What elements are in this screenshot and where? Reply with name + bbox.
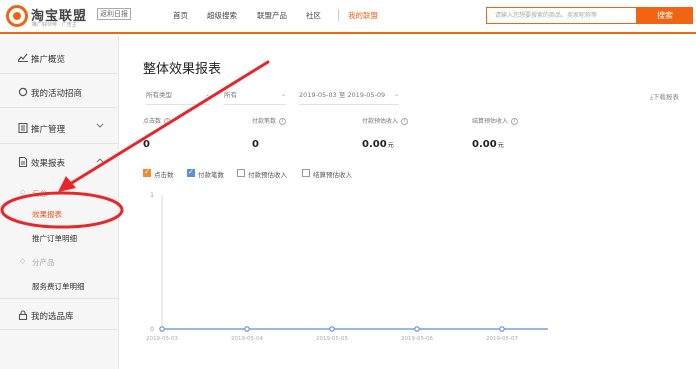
data-point: [499, 326, 505, 332]
scope-filter-select[interactable]: 所有 ⌄: [224, 89, 286, 105]
date-range-picker[interactable]: 2019-05-03 至 2019-05-09 ⌄: [299, 89, 399, 105]
data-point: [329, 326, 335, 332]
x-tick-label: 2019-05-05: [316, 336, 348, 342]
legend-label: 点击数: [154, 171, 174, 179]
nav-community[interactable]: 社区: [306, 10, 321, 21]
chevron-down-icon[interactable]: [96, 122, 104, 131]
sidebar-item-label: 我的选品库: [31, 312, 74, 322]
sidebar-item-promotion-manage[interactable]: 推广管理: [0, 112, 119, 144]
x-tick-label: 2019-05-06: [401, 336, 433, 342]
y-tick-label: 1: [150, 192, 154, 199]
sidebar: 推广概览 我的活动招商 推广管理 效果报表 ◇ 汇总 效果报表 推广订单明细 ◇: [0, 36, 119, 369]
checkbox[interactable]: [187, 168, 195, 177]
nav-home[interactable]: 首页: [173, 10, 188, 21]
legend-label: 付款预估收入: [248, 171, 287, 179]
sidebar-item-selection-library[interactable]: 我的选品库: [0, 298, 119, 330]
sidebar-group-label: 汇总: [32, 189, 47, 198]
legend-label: 付款笔数: [198, 171, 224, 179]
checkbox[interactable]: [237, 169, 245, 177]
nav-super-search[interactable]: 超级搜索: [207, 10, 237, 21]
date-range-value: 2019-05-03 至 2019-05-09: [299, 91, 386, 99]
sidebar-item-label: 我的活动招商: [31, 89, 83, 99]
type-filter-select[interactable]: 所有类型 ⌄: [146, 89, 210, 105]
sidebar-item-campaigns[interactable]: 我的活动招商: [0, 76, 119, 108]
nav-my-union[interactable]: 我的联盟: [348, 10, 378, 21]
sidebar-subitem-label: 推广订单明细: [32, 234, 77, 243]
checkbox[interactable]: [302, 169, 310, 177]
list-icon: [18, 122, 28, 134]
scope-filter-value: 所有: [224, 91, 237, 99]
x-tick-label: 2019-05-07: [486, 336, 518, 342]
data-point: [414, 326, 420, 332]
info-icon[interactable]: i: [164, 118, 172, 125]
x-tick-label: 2019-05-04: [231, 336, 263, 342]
chart-icon: [17, 53, 28, 62]
metric-settled-income-label: 结算预估收入 i: [472, 116, 519, 125]
x-tick-label: 2019-05-03: [146, 336, 178, 342]
metric-clicks-label: 点击数 i: [143, 116, 172, 125]
metric-paid-orders-label: 付款笔数 i: [252, 116, 287, 125]
sidebar-subitem-service-fee-detail[interactable]: 服务费订单明细: [0, 276, 119, 296]
brand-tag: 返利日报: [97, 8, 131, 20]
metric-paid-income-label: 付款预估收入 i: [362, 116, 409, 125]
sidebar-item-label: 推广管理: [31, 125, 66, 135]
metric-settled-income-value: 0.00元: [472, 139, 504, 150]
sidebar-item-label: 推广概览: [31, 55, 66, 65]
chevron-down-icon: ⌄: [280, 91, 286, 98]
lock-icon: [18, 310, 28, 321]
sidebar-item-label: 效果报表: [31, 159, 66, 169]
type-filter-value: 所有类型: [146, 91, 172, 99]
sidebar-group-label: 分产品: [32, 258, 55, 267]
nav-divider: [338, 9, 339, 21]
chevron-down-icon: ⌄: [393, 91, 399, 98]
y-tick-label: 0: [150, 326, 154, 333]
sidebar-subitem-label: 效果报表: [32, 210, 62, 219]
main-content: 整体效果报表 所有类型 ⌄ 所有 ⌄ 2019-05-03 至 2019-05-…: [120, 36, 696, 369]
search-input[interactable]: [487, 8, 636, 23]
download-report-link[interactable]: ⤓下载报表: [650, 91, 679, 102]
sidebar-group-by-product: ◇ 分产品: [0, 252, 119, 272]
brand-subtitle: 推广好伙伴 · 广告主: [32, 22, 77, 28]
sidebar-item-overview[interactable]: 推广概览: [0, 42, 119, 74]
data-point: [244, 326, 250, 332]
metric-clicks-value: 0: [143, 139, 150, 150]
metric-paid-orders-value: 0: [252, 139, 259, 150]
legend-label: 结算预估收入: [313, 171, 352, 179]
chevron-down-icon: ⌄: [204, 91, 210, 98]
page-title: 整体效果报表: [143, 62, 222, 77]
sidebar-subitem-order-detail[interactable]: 推广订单明细: [0, 228, 119, 248]
sidebar-subitem-effect-report[interactable]: 效果报表: [0, 204, 119, 224]
info-icon[interactable]: i: [279, 118, 287, 125]
nav-union-products[interactable]: 联盟产品: [257, 10, 287, 21]
sidebar-subitem-label: 服务费订单明细: [32, 282, 85, 291]
checkbox[interactable]: [143, 168, 151, 177]
info-icon[interactable]: i: [401, 118, 409, 125]
refresh-icon: [18, 87, 28, 97]
info-icon[interactable]: i: [511, 118, 519, 125]
layers-icon: ◇: [20, 257, 26, 265]
sidebar-item-reports[interactable]: 效果报表: [0, 146, 119, 178]
search-box[interactable]: [486, 7, 637, 24]
data-point: [159, 326, 165, 332]
search-button[interactable]: 搜索: [637, 7, 693, 24]
taobao-union-logo-icon[interactable]: [6, 5, 28, 27]
layers-icon: ◇: [20, 188, 26, 196]
chevron-up-icon[interactable]: [96, 156, 104, 165]
document-icon: [18, 156, 28, 168]
effect-line-chart: 0 1 2019-05-03 2019-05-04 2019-05-05 2019-05-…: [146, 192, 548, 342]
top-header: 淘宝联盟 返利日报 推广好伙伴 · 广告主 首页 超级搜索 联盟产品 社区 我的…: [0, 0, 696, 34]
sidebar-group-summary: ◇ 汇总: [0, 183, 119, 203]
metric-paid-income-value: 0.00元: [362, 139, 394, 150]
